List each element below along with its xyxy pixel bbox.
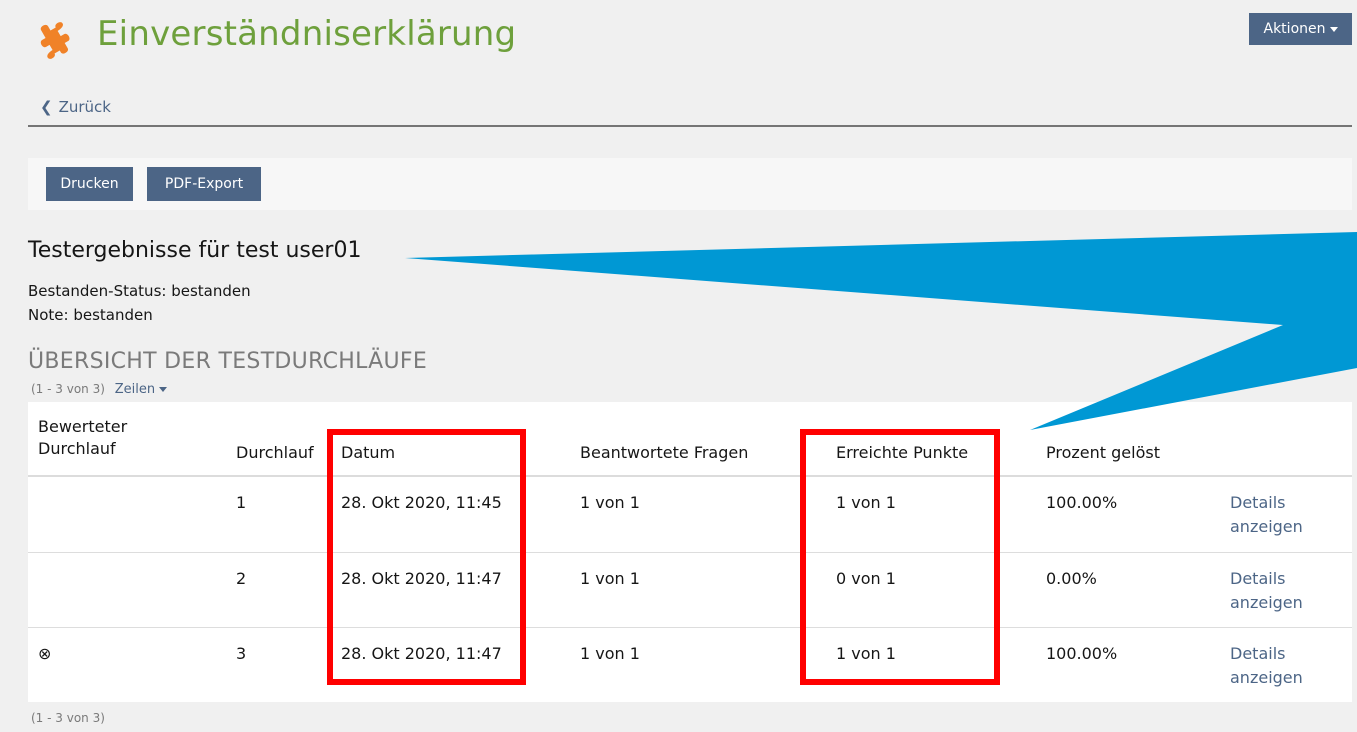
col-header-scored-run: Bewerteter Durchlauf (38, 417, 128, 458)
back-label: Zurück (58, 98, 111, 116)
chevron-left-icon: ❮ (40, 98, 53, 116)
page-title: Einverständniserklärung (97, 14, 517, 54)
cell-answered: 1 von 1 (580, 569, 640, 588)
pass-status: Bestanden-Status: bestanden (28, 282, 251, 300)
puzzle-icon (40, 22, 70, 59)
caret-down-icon (159, 387, 168, 392)
details-link[interactable]: Details anzeigen (1230, 491, 1320, 539)
back-link[interactable]: ❮ Zurück (40, 98, 111, 116)
actions-label: Aktionen (1263, 21, 1326, 37)
print-button[interactable]: Drucken (46, 167, 133, 201)
actions-dropdown-button[interactable]: Aktionen (1249, 13, 1352, 45)
pdf-export-button[interactable]: PDF-Export (147, 167, 261, 201)
col-header-run: Durchlauf (236, 443, 314, 462)
details-link[interactable]: Details anzeigen (1230, 642, 1320, 690)
cell-run: 3 (236, 644, 247, 663)
scored-run-marker-icon: ⊗ (38, 644, 52, 663)
cell-percent: 100.00% (1046, 493, 1118, 512)
cell-answered: 1 von 1 (580, 493, 640, 512)
rows-label: Zeilen (114, 382, 156, 397)
test-runs-table: Bewerteter Durchlauf Durchlauf Datum Bea… (28, 402, 1352, 702)
row-separator (28, 627, 1352, 628)
overview-heading: ÜBERSICHT DER TESTDURCHLÄUFE (28, 349, 428, 374)
header-separator (28, 475, 1352, 477)
col-header-answered: Beantwortete Fragen (580, 443, 749, 462)
date-column-highlight (327, 429, 526, 685)
cell-percent: 100.00% (1046, 644, 1118, 663)
col-header-percent: Prozent gelöst (1046, 443, 1160, 462)
cell-run: 2 (236, 569, 247, 588)
toolbar: Drucken PDF-Export (28, 158, 1352, 210)
row-separator (28, 552, 1352, 553)
rows-dropdown[interactable]: Zeilen (114, 382, 168, 397)
caret-down-icon (1329, 26, 1338, 32)
range-text: (1 - 3 von 3) (31, 382, 105, 396)
pagination-range-top: (1 - 3 von 3) Zeilen (31, 382, 168, 397)
header-divider (28, 125, 1352, 127)
cell-percent: 0.00% (1046, 569, 1097, 588)
points-column-highlight (800, 429, 1000, 685)
results-heading: Testergebnisse für test user01 (28, 238, 362, 263)
pagination-range-bottom: (1 - 3 von 3) (31, 711, 105, 725)
grade: Note: bestanden (28, 306, 153, 324)
cell-run: 1 (236, 493, 247, 512)
details-link[interactable]: Details anzeigen (1230, 567, 1320, 615)
cell-answered: 1 von 1 (580, 644, 640, 663)
